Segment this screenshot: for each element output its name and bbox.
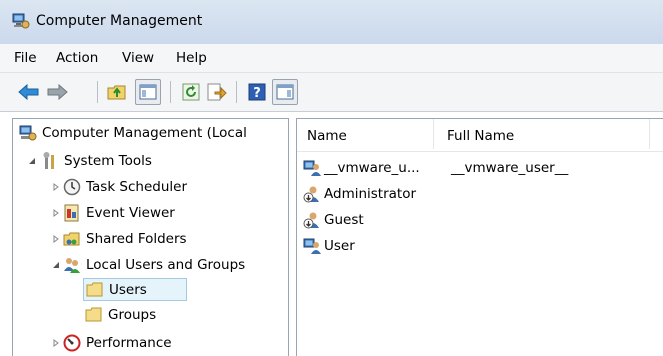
tree-item-computer-management[interactable]: Computer Management (Local	[19, 122, 247, 144]
collapse-arrow-icon[interactable]	[51, 260, 61, 270]
tree-label: System Tools	[64, 153, 152, 169]
tree-label: Shared Folders	[86, 231, 187, 247]
user-full-name: __vmware_user__	[451, 160, 569, 176]
tree-label: Task Scheduler	[86, 179, 188, 195]
list-item[interactable]: Guest	[303, 209, 364, 231]
user-name: User	[324, 238, 355, 254]
list-item[interactable]: User	[303, 235, 355, 257]
tools-icon	[43, 152, 54, 169]
computer-management-icon	[19, 125, 37, 141]
expand-arrow-icon[interactable]	[51, 234, 61, 244]
event-viewer-icon	[64, 204, 79, 222]
tree-label: Computer Management (Local	[42, 125, 247, 141]
menu-action[interactable]: Action	[54, 50, 100, 66]
column-header-name[interactable]: Name	[307, 128, 347, 144]
user-name: Guest	[324, 212, 364, 228]
disabled-user-icon	[303, 186, 319, 203]
collapse-arrow-icon[interactable]	[27, 156, 37, 166]
help-icon: ?	[248, 83, 266, 101]
computer-management-icon	[12, 13, 30, 29]
up-one-level-button[interactable]	[104, 79, 130, 105]
show-hide-action-pane-icon	[276, 84, 294, 100]
menu-help[interactable]: Help	[174, 50, 209, 66]
toolbar-separator	[170, 81, 171, 103]
tree-item-system-tools[interactable]: System Tools	[41, 150, 152, 172]
tree-item-local-users-and-groups[interactable]: Local Users and Groups	[63, 254, 245, 276]
menu-view[interactable]: View	[120, 50, 156, 66]
tree-item-users[interactable]: Users	[83, 278, 187, 301]
svg-text:?: ?	[253, 86, 261, 101]
show-hide-action-pane-button[interactable]	[272, 79, 298, 105]
tree-label: Users	[109, 281, 147, 298]
column-divider[interactable]	[433, 119, 434, 149]
expand-arrow-icon[interactable]	[51, 208, 61, 218]
tree-item-event-viewer[interactable]: Event Viewer	[63, 202, 175, 224]
disabled-user-icon	[303, 212, 319, 229]
tree-label: Groups	[108, 307, 157, 323]
tree-item-task-scheduler[interactable]: Task Scheduler	[63, 176, 187, 198]
column-header-row: Name Full Name	[297, 119, 663, 152]
users-group-icon	[64, 258, 80, 273]
refresh-icon	[182, 83, 200, 101]
user-name: Administrator	[324, 186, 417, 202]
show-hide-console-tree-icon	[139, 84, 157, 100]
tree-item-groups[interactable]: Groups	[85, 304, 156, 326]
export-list-button[interactable]	[204, 79, 230, 105]
tree-item-shared-folders[interactable]: Shared Folders	[63, 228, 187, 250]
user-icon	[303, 160, 321, 176]
title-bar: Computer Management	[0, 0, 663, 44]
folder-icon	[86, 282, 103, 296]
up-folder-icon	[107, 85, 126, 100]
tree-label: Local Users and Groups	[86, 257, 246, 273]
user-name: __vmware_u...	[324, 160, 420, 176]
performance-icon	[63, 334, 81, 352]
expand-arrow-icon[interactable]	[51, 182, 61, 192]
users-list-view[interactable]: Name Full Name __vmware_u... __vmware_us…	[296, 118, 663, 356]
clock-icon	[63, 178, 81, 196]
back-icon	[18, 84, 39, 100]
toolbar-separator	[236, 81, 237, 103]
refresh-button[interactable]	[178, 79, 204, 105]
list-item[interactable]: __vmware_u... __vmware_user__	[303, 157, 568, 179]
expand-arrow-icon[interactable]	[51, 338, 61, 348]
forward-icon	[47, 84, 68, 100]
console-tree[interactable]: Computer Management (Local System Tools …	[12, 118, 289, 356]
export-list-icon	[207, 83, 227, 101]
back-button[interactable]	[16, 79, 42, 105]
toolbar-separator	[97, 81, 98, 103]
forward-button[interactable]	[44, 79, 70, 105]
folder-icon	[85, 307, 102, 322]
column-header-full-name[interactable]: Full Name	[447, 128, 514, 144]
tree-item-performance[interactable]: Performance	[63, 332, 172, 354]
menu-bar: File Action View Help	[0, 44, 663, 73]
menu-file[interactable]: File	[12, 50, 39, 66]
user-icon	[303, 238, 321, 254]
tree-label: Event Viewer	[86, 205, 175, 221]
list-item[interactable]: Administrator	[303, 183, 416, 205]
shared-folder-icon	[63, 232, 80, 246]
show-hide-console-tree-button[interactable]	[135, 79, 161, 105]
help-button[interactable]: ?	[244, 79, 270, 105]
window-title: Computer Management	[36, 13, 203, 29]
column-divider[interactable]	[649, 119, 650, 149]
toolbar: ?	[0, 73, 663, 112]
tree-label: Performance	[86, 335, 172, 351]
